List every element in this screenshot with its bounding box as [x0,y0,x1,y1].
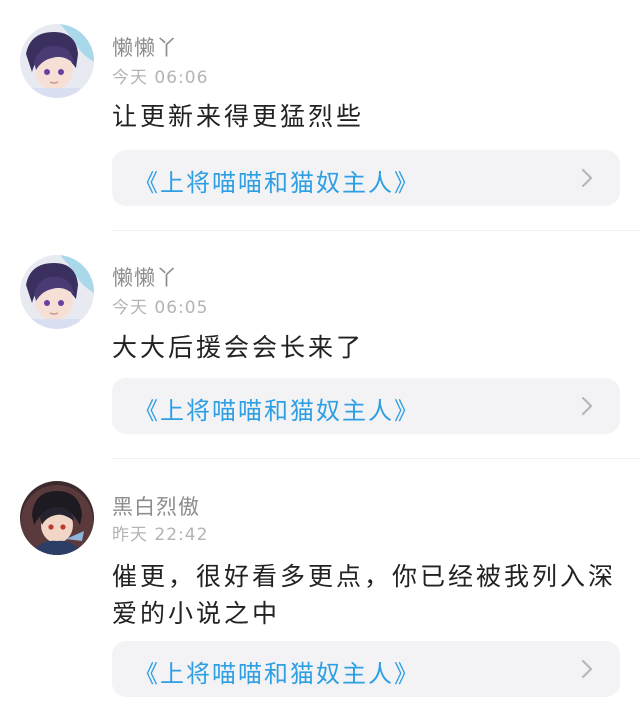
comment-text: 催更，很好看多更点，你已经被我列入深爱的小说之中 [112,562,617,628]
book-link-card[interactable]: 《上将喵喵和猫奴主人》 [112,150,620,206]
anime-boy-avatar-icon [20,24,94,98]
comment-text: 大大后援会会长来了 [112,333,365,362]
timestamp: 今天 06:06 [112,68,209,88]
comment-item: 懒懒丫 今天 06:05 大大后援会会长来了 《上将喵喵和猫奴主人》 [0,231,640,459]
chevron-right-icon [581,168,593,188]
book-title: 《上将喵喵和猫奴主人》 [134,397,420,425]
chevron-right-icon [581,396,593,416]
timestamp: 今天 06:05 [112,298,209,318]
chevron-right-icon [581,659,593,679]
book-link-card[interactable]: 《上将喵喵和猫奴主人》 [112,641,620,697]
username[interactable]: 黑白烈傲 [112,491,200,521]
avatar[interactable] [20,481,94,555]
username[interactable]: 懒懒丫 [112,262,178,292]
timestamp: 昨天 22:42 [112,525,209,545]
book-title: 《上将喵喵和猫奴主人》 [134,169,420,197]
comment-feed: 懒懒丫 今天 06:06 让更新来得更猛烈些 《上将喵喵和猫奴主人》 懒懒丫 今… [0,0,640,718]
comment-text: 让更新来得更猛烈些 [112,102,365,131]
avatar[interactable] [20,24,94,98]
anime-character-avatar-icon [20,481,94,555]
avatar[interactable] [20,255,94,329]
anime-boy-avatar-icon [20,255,94,329]
comment-item: 黑白烈傲 昨天 22:42 催更，很好看多更点，你已经被我列入深爱的小说之中 《… [0,459,640,718]
book-link-card[interactable]: 《上将喵喵和猫奴主人》 [112,378,620,434]
book-title: 《上将喵喵和猫奴主人》 [134,660,420,688]
comment-item: 懒懒丫 今天 06:06 让更新来得更猛烈些 《上将喵喵和猫奴主人》 [0,0,640,231]
username[interactable]: 懒懒丫 [112,32,178,62]
